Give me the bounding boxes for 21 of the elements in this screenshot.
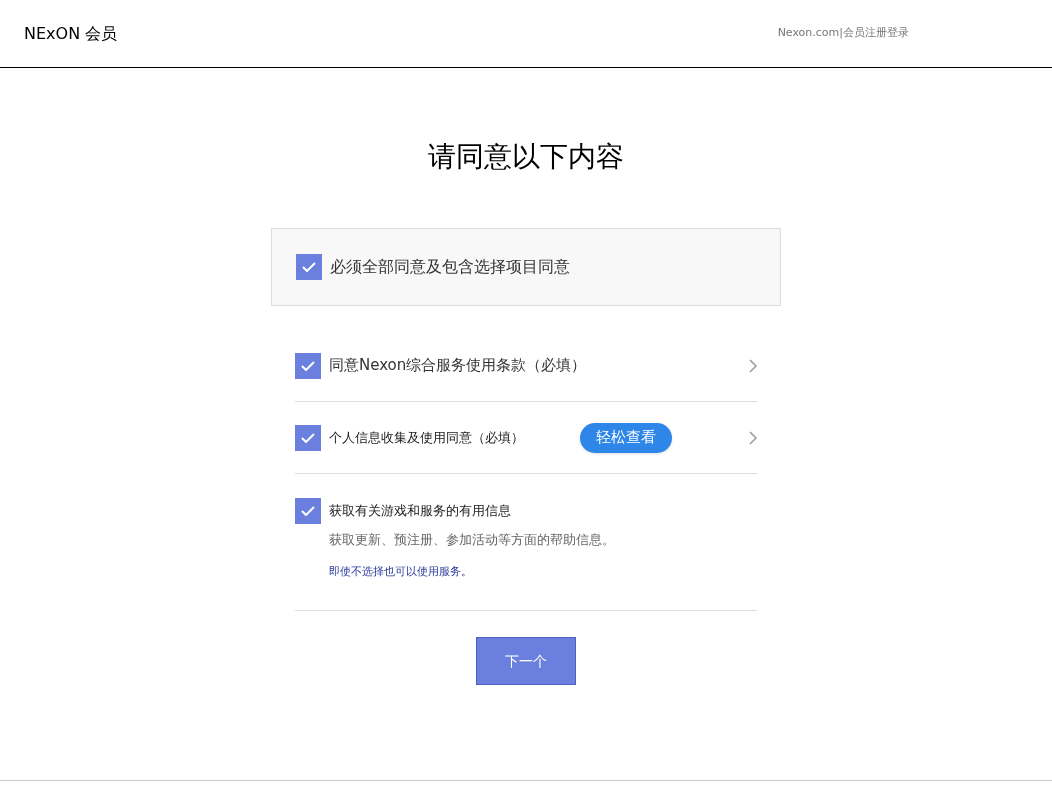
agreement-label: 同意Nexon综合服务使用条款（必填） xyxy=(329,355,587,377)
header-link[interactable]: Nexon.com|会员注册登录 xyxy=(777,25,909,42)
page-title: 请同意以下内容 xyxy=(428,139,624,175)
check-icon xyxy=(301,360,315,371)
checkbox[interactable] xyxy=(295,498,321,524)
checkbox[interactable] xyxy=(295,352,321,379)
view-button[interactable]: 轻松查看 xyxy=(580,422,672,453)
note: 即使不选择也可以使用服务。 xyxy=(329,563,473,580)
next-button[interactable]: 下一个 xyxy=(476,637,576,685)
chevron-icon[interactable] xyxy=(749,358,757,373)
check-icon xyxy=(301,506,315,516)
agreement-label: 获取有关游戏和服务的有用信息 xyxy=(329,502,511,521)
chevron-icon[interactable] xyxy=(749,430,757,445)
description: 获取更新、预注册、参加活动等方面的帮助信息。 xyxy=(329,531,616,549)
checkbox[interactable] xyxy=(295,424,321,451)
logo[interactable]: NExON 会员 xyxy=(24,21,118,46)
checkbox[interactable] xyxy=(296,254,322,280)
check-icon xyxy=(302,262,316,272)
agree-all-label: 必须全部同意及包含选择项目同意 xyxy=(330,256,570,278)
check-icon xyxy=(301,432,315,443)
agreement-label: 个人信息收集及使用同意（必填） xyxy=(329,428,524,447)
